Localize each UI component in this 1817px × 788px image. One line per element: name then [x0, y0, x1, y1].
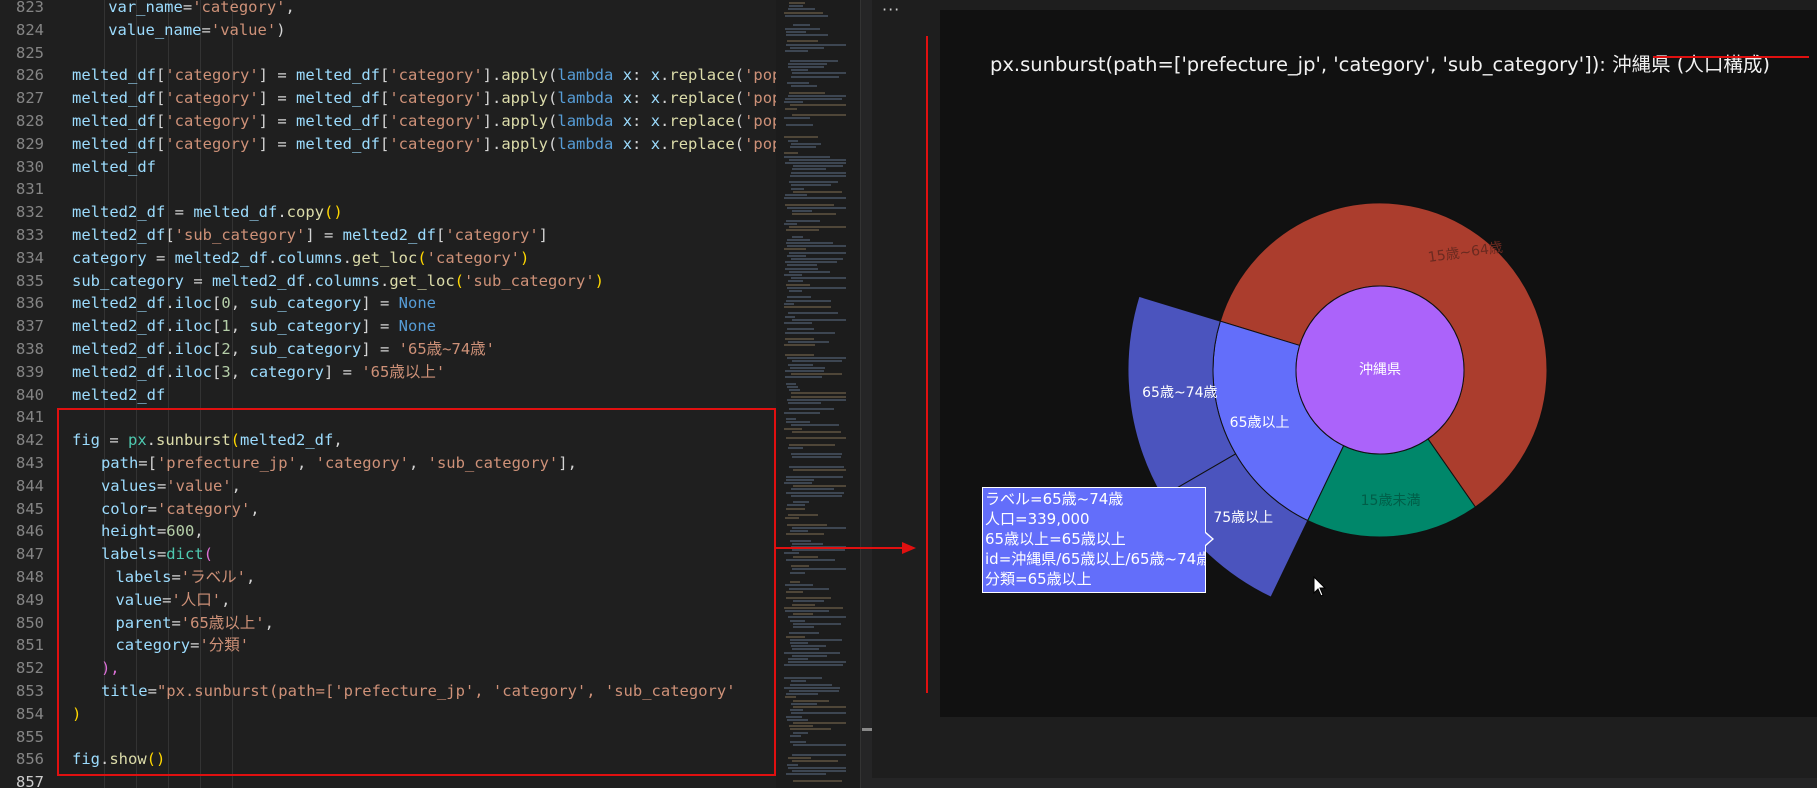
tooltip-line-category: 分類=65歳以上	[985, 570, 1092, 588]
sector-label: 65歳以上	[1230, 415, 1290, 431]
mouse-cursor-icon	[1313, 576, 1327, 597]
tooltip-pointer-fill	[1205, 533, 1212, 545]
title-underline	[1653, 56, 1809, 58]
sunburst-chart[interactable]: 15歳~64歳65歳以上15歳未満65歳~74歳75歳以上沖縄県	[0, 0, 1817, 788]
sector-label: 15歳未満	[1361, 493, 1421, 509]
root-label: 沖縄県	[1359, 362, 1401, 378]
tooltip-line-label: ラベル=65歳~74歳	[985, 490, 1124, 508]
horizontal-scrollbar[interactable]	[872, 778, 1817, 788]
arrow-icon	[776, 542, 916, 554]
tooltip-line-parent: 65歳以上=65歳以上	[985, 530, 1126, 548]
tooltip-line-id: id=沖縄県/65歳以上/65歳~74歳	[985, 550, 1206, 568]
sector-label: 75歳以上	[1213, 510, 1273, 526]
sector-label: 65歳~74歳	[1142, 385, 1217, 401]
tooltip-line-value: 人口=339,000	[985, 510, 1090, 528]
hover-tooltip: ラベル=65歳~74歳 人口=339,000 65歳以上=65歳以上 id=沖縄…	[982, 487, 1206, 593]
